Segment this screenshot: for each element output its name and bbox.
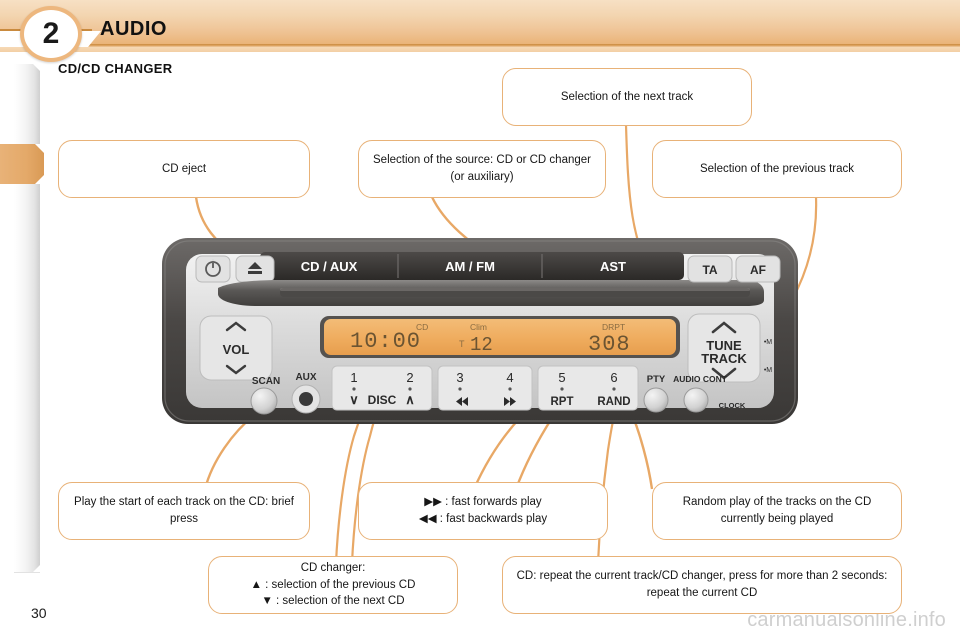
rpt-label: RPT xyxy=(551,396,574,408)
callout-line-3: ▼ : selection of the next CD xyxy=(261,595,405,608)
chapter-tab-7[interactable] xyxy=(14,304,40,345)
preset-5-number: 5 xyxy=(558,370,565,385)
callout-previous-track: Selection of the previous track xyxy=(652,140,902,198)
callout-text: ▶▶ : fast forwards play ◀◀ : fast backwa… xyxy=(419,494,547,527)
header-rule-secondary xyxy=(0,47,960,52)
callout-repeat: CD: repeat the current track/CD changer,… xyxy=(502,556,902,614)
chapter-tab-4[interactable] xyxy=(14,184,40,225)
chapter-number: 2 xyxy=(42,17,60,50)
tune-up-hint: •M xyxy=(764,339,772,346)
lcd-cd-indicator: CD xyxy=(416,322,428,332)
af-label: AF xyxy=(750,263,766,277)
chapter-tab-10[interactable] xyxy=(14,424,40,465)
chapter-tab-5[interactable] xyxy=(14,224,40,265)
audio-cont-label: AUDIO CONT xyxy=(673,374,728,384)
lcd-temp-value: 12 xyxy=(470,334,493,356)
chapter-tab-8[interactable] xyxy=(14,344,40,385)
callout-text: Selection of the previous track xyxy=(699,162,855,175)
scan-label: SCAN xyxy=(252,376,280,387)
disc-label: DISC xyxy=(368,393,397,407)
callout-text: CD changer: ▲ : selection of the previou… xyxy=(251,560,416,610)
radio-button-am-fm-label: AM / FM xyxy=(445,259,495,274)
radio-button-cd-aux-label: CD / AUX xyxy=(301,259,358,274)
callout-text: CD eject xyxy=(161,162,207,175)
rand-label: RAND xyxy=(597,396,630,408)
section-title: CD/CD CHANGER xyxy=(58,61,173,76)
chapter-tab-11[interactable] xyxy=(14,464,40,505)
car-radio-unit: CD / AUX AM / FM AST 10:00 CD Clim T 12 … xyxy=(160,232,800,432)
disc-up-icon: ∧ xyxy=(405,392,415,407)
callout-fast-play: ▶▶ : fast forwards play ◀◀ : fast backwa… xyxy=(358,482,608,540)
callout-next-track: Selection of the next track xyxy=(502,68,752,126)
callout-source-select: Selection of the source: CD or CD change… xyxy=(358,140,606,198)
disc-down-icon: ∨ xyxy=(349,392,359,407)
track-label: TRACK xyxy=(701,351,747,366)
callout-random: Random play of the tracks on the CD curr… xyxy=(652,482,902,540)
callout-text: Random play of the tracks on the CD curr… xyxy=(682,496,872,525)
callout-text: Selection of the source: CD or CD change… xyxy=(373,154,591,183)
preset-2-number: 2 xyxy=(406,370,413,385)
callout-line-2: ◀◀ : fast backwards play xyxy=(418,513,548,525)
chapter-tab-strip[interactable] xyxy=(0,64,44,573)
lcd-temp-prefix: T xyxy=(459,339,465,349)
callout-cd-changer: CD changer: ▲ : selection of the previou… xyxy=(208,556,458,614)
callout-line-1: ▶▶ : fast forwards play xyxy=(424,496,542,509)
chapter-tab-1[interactable] xyxy=(14,64,40,105)
lcd-drpt-label: DRPT xyxy=(602,322,625,332)
callout-line-1: CD changer: xyxy=(300,562,366,574)
chapter-tab-2[interactable] xyxy=(14,104,40,145)
chapter-badge: 2 xyxy=(20,6,82,62)
lcd-clock: 10:00 xyxy=(350,329,421,354)
page-number: 30 xyxy=(31,605,47,621)
ta-label: TA xyxy=(702,263,717,277)
chapter-tab-9[interactable] xyxy=(14,384,40,425)
chapter-tab-3-active[interactable] xyxy=(0,144,44,184)
lcd-channel: 308 xyxy=(588,332,631,357)
preset-4-number: 4 xyxy=(506,370,513,385)
callout-scan: Play the start of each track on the CD: … xyxy=(58,482,310,540)
pty-label: PTY xyxy=(647,374,666,385)
callout-text: CD: repeat the current track/CD changer,… xyxy=(516,570,888,599)
radio-button-ast-label: AST xyxy=(600,259,626,274)
callout-text: Play the start of each track on the CD: … xyxy=(74,496,294,525)
chapter-tab-13[interactable] xyxy=(14,532,40,573)
preset-6-number: 6 xyxy=(610,370,617,385)
preset-1-number: 1 xyxy=(350,370,357,385)
callout-cd-eject: CD eject xyxy=(58,140,310,198)
aux-label: AUX xyxy=(295,372,316,383)
preset-3-number: 3 xyxy=(456,370,463,385)
callout-text: Selection of the next track xyxy=(560,90,694,103)
page-title: AUDIO xyxy=(100,18,167,40)
chapter-tab-6[interactable] xyxy=(14,264,40,305)
callout-line-2: ▲ : selection of the previous CD xyxy=(250,578,416,591)
vol-label: VOL xyxy=(223,342,250,357)
lcd-clim-label: Clim xyxy=(470,322,487,332)
clock-label: CLOCK xyxy=(719,401,746,410)
tune-down-hint: •M xyxy=(764,367,772,374)
